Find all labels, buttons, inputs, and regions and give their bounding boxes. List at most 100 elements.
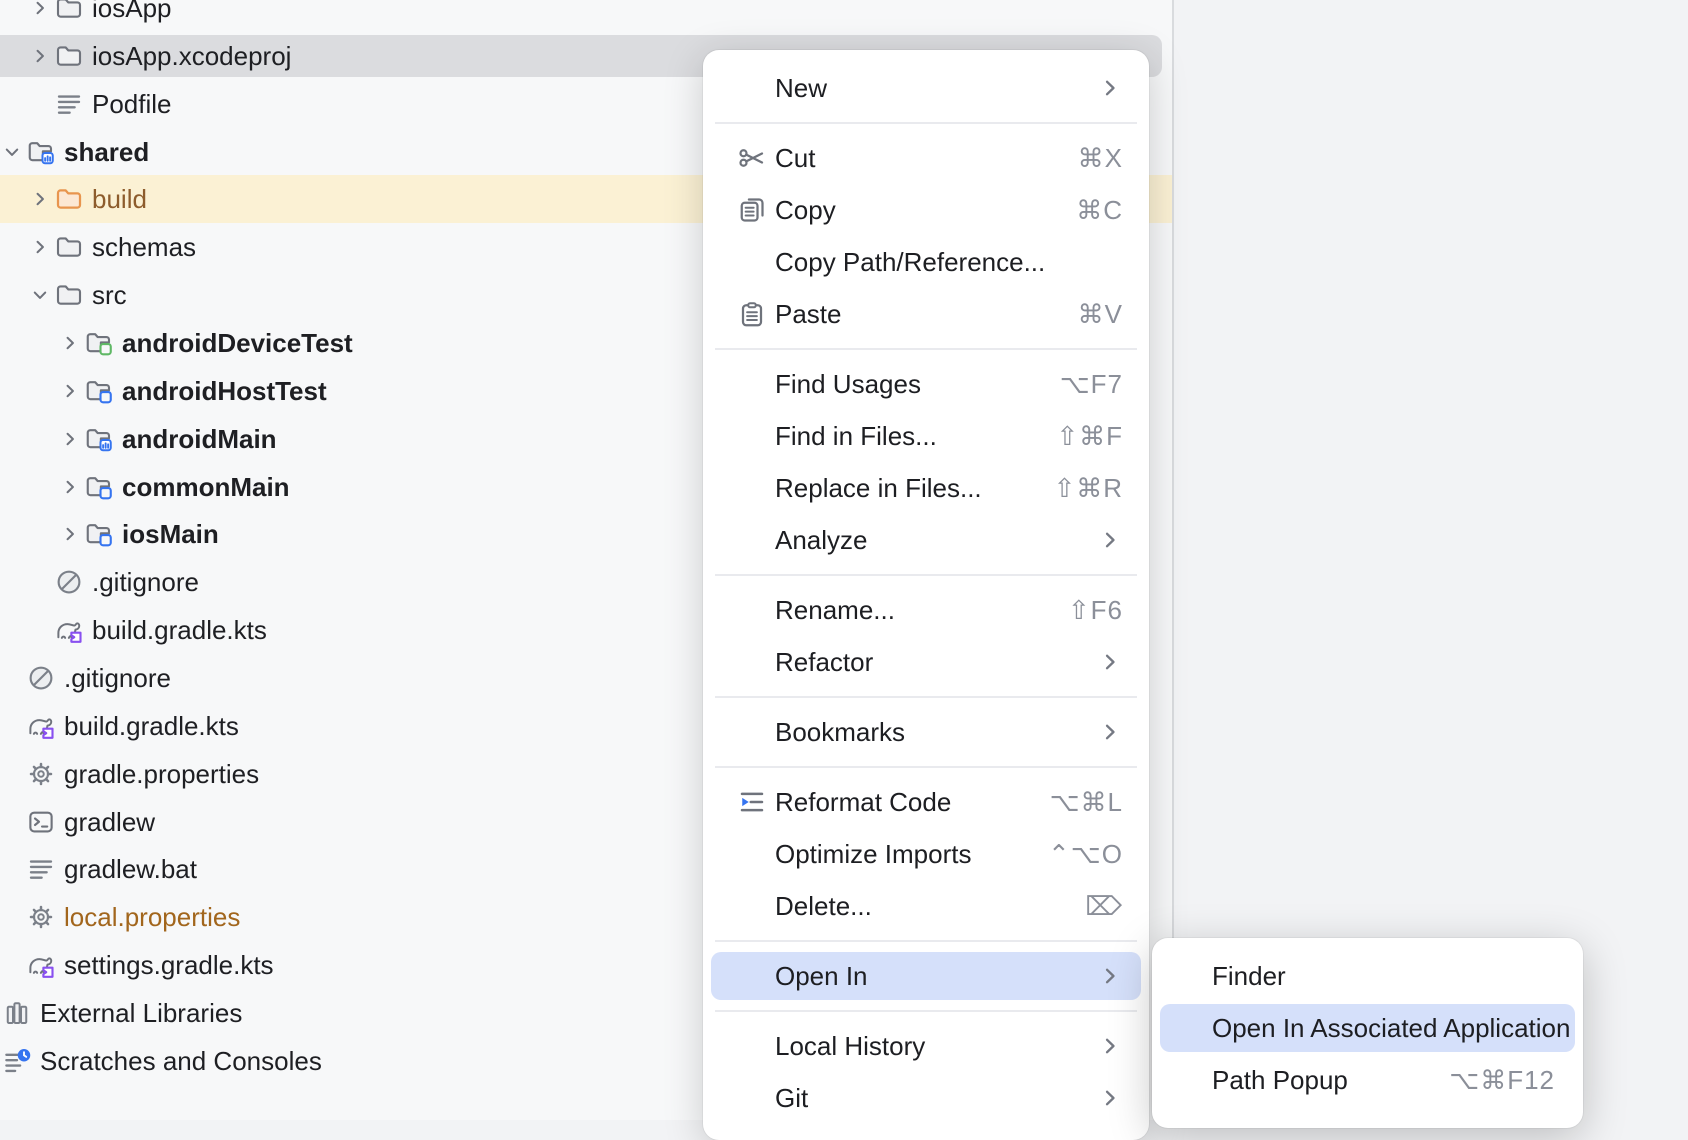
menu-item-label: Bookmarks xyxy=(775,717,905,748)
menu-item-label: Finder xyxy=(1212,961,1286,992)
folder-module-icon xyxy=(84,424,114,454)
tree-row-label: build xyxy=(92,184,147,215)
menu-item-finder[interactable]: Finder xyxy=(1152,950,1583,1002)
folder-icon xyxy=(54,232,84,262)
ide-screenshot: { "colors":{ "panel_bg":"#f7f8f9","edito… xyxy=(0,0,1688,1120)
menu-item-copy-path-reference[interactable]: Copy Path/Reference... xyxy=(703,236,1149,288)
menu-item-label: Cut xyxy=(775,143,815,174)
chevron-right-icon[interactable] xyxy=(28,187,52,211)
menu-item-local-history[interactable]: Local History xyxy=(703,1020,1149,1072)
chevron-right-icon[interactable] xyxy=(28,0,52,20)
menu-item-shortcut: ⌃⌥O xyxy=(1048,839,1123,870)
menu-separator xyxy=(715,940,1137,942)
menu-item-label: Copy Path/Reference... xyxy=(775,247,1045,278)
chevron-spacer xyxy=(0,810,24,834)
menu-item-label: Delete... xyxy=(775,891,872,922)
menu-separator xyxy=(715,1010,1137,1012)
chevron-down-icon[interactable] xyxy=(28,283,52,307)
menu-item-path-popup[interactable]: Path Popup⌥⌘F12 xyxy=(1152,1054,1583,1106)
folder-icon xyxy=(54,280,84,310)
tree-row-label: .gitignore xyxy=(92,567,199,598)
chevron-down-icon[interactable] xyxy=(0,140,24,164)
file-lines-icon xyxy=(26,854,56,884)
menu-item-label: Optimize Imports xyxy=(775,839,972,870)
tree-row-label: gradlew xyxy=(64,807,155,838)
copy-icon xyxy=(737,195,775,225)
tree-row-label: iosMain xyxy=(122,519,219,550)
tree-row-label: commonMain xyxy=(122,472,290,503)
chevron-right-icon[interactable] xyxy=(28,44,52,68)
menu-item-delete[interactable]: Delete... ⌦ xyxy=(703,880,1149,932)
menu-item-shortcut: ⌥⌘L xyxy=(1050,787,1123,818)
terminal-icon xyxy=(26,807,56,837)
menu-item-label: Open In Associated Application xyxy=(1212,1013,1570,1044)
menu-item-label: Paste xyxy=(775,299,842,330)
menu-item-find-usages[interactable]: Find Usages ⌥F7 xyxy=(703,358,1149,410)
menu-item-paste[interactable]: Paste⌘V xyxy=(703,288,1149,340)
tree-row-iosapp[interactable]: iosApp xyxy=(0,0,1172,32)
menu-item-bookmarks[interactable]: Bookmarks xyxy=(703,706,1149,758)
ignore-icon xyxy=(54,567,84,597)
menu-item-label: Copy xyxy=(775,195,836,226)
menu-item-copy[interactable]: Copy⌘C xyxy=(703,184,1149,236)
menu-item-label: Rename... xyxy=(775,595,895,626)
chevron-right-icon[interactable] xyxy=(28,235,52,259)
menu-separator xyxy=(715,122,1137,124)
menu-item-optimize-imports[interactable]: Optimize Imports ⌃⌥O xyxy=(703,828,1149,880)
menu-item-shortcut: ⌦ xyxy=(1085,891,1123,922)
chevron-right-icon[interactable] xyxy=(58,522,82,546)
chevron-spacer xyxy=(0,857,24,881)
tree-row-label: settings.gradle.kts xyxy=(64,950,274,981)
menu-item-new[interactable]: New xyxy=(703,62,1149,114)
menu-item-label: Find Usages xyxy=(775,369,921,400)
folder-badge-green-icon xyxy=(84,328,114,358)
cut-icon xyxy=(737,143,775,173)
chevron-spacer xyxy=(0,714,24,738)
chevron-spacer xyxy=(0,762,24,786)
menu-item-refactor[interactable]: Refactor xyxy=(703,636,1149,688)
reformat-icon xyxy=(737,787,775,817)
chevron-right-icon[interactable] xyxy=(58,427,82,451)
chevron-right-icon[interactable] xyxy=(58,475,82,499)
tree-row-label: schemas xyxy=(92,232,196,263)
menu-item-shortcut: ⇧⌘R xyxy=(1053,473,1123,504)
menu-item-open-in[interactable]: Open In xyxy=(703,950,1149,1002)
menu-item-shortcut: ⌥F7 xyxy=(1060,369,1123,400)
menu-item-analyze[interactable]: Analyze xyxy=(703,514,1149,566)
menu-item-label: Open In xyxy=(775,961,868,992)
tree-row-label: iosApp.xcodeproj xyxy=(92,41,291,72)
ignore-icon xyxy=(26,663,56,693)
submenu-arrow-icon xyxy=(1097,963,1123,989)
folder-badge-blue-icon xyxy=(84,519,114,549)
menu-item-label: New xyxy=(775,73,827,104)
gradle-icon xyxy=(26,711,56,741)
context-menu: New Cut⌘XCopy⌘C Copy Path/Reference... Past… xyxy=(703,50,1149,1140)
menu-separator xyxy=(715,696,1137,698)
menu-item-shortcut: ⇧F6 xyxy=(1068,595,1123,626)
chevron-spacer xyxy=(28,92,52,116)
menu-item-rename[interactable]: Rename... ⇧F6 xyxy=(703,584,1149,636)
submenu-arrow-icon xyxy=(1097,1085,1123,1111)
menu-item-find-in-files[interactable]: Find in Files...⇧⌘F xyxy=(703,410,1149,462)
scratches-icon xyxy=(2,1046,32,1076)
tree-row-label: gradlew.bat xyxy=(64,854,197,885)
submenu-arrow-icon xyxy=(1097,1033,1123,1059)
chevron-right-icon[interactable] xyxy=(58,379,82,403)
tree-row-label: local.properties xyxy=(64,902,240,933)
folder-badge-blue-icon xyxy=(84,376,114,406)
chevron-right-icon[interactable] xyxy=(58,331,82,355)
menu-item-open-in-associated-application[interactable]: Open In Associated Application xyxy=(1152,1002,1583,1054)
submenu-arrow-icon xyxy=(1097,719,1123,745)
menu-item-label: Reformat Code xyxy=(775,787,951,818)
menu-item-cut[interactable]: Cut⌘X xyxy=(703,132,1149,184)
menu-item-replace-in-files[interactable]: Replace in Files...⇧⌘R xyxy=(703,462,1149,514)
paste-icon xyxy=(737,299,775,329)
folder-icon xyxy=(54,41,84,71)
tree-row-label: External Libraries xyxy=(40,998,242,1029)
menu-separator xyxy=(715,348,1137,350)
gear-icon xyxy=(26,902,56,932)
menu-item-git[interactable]: Git xyxy=(703,1072,1149,1124)
menu-separator xyxy=(715,574,1137,576)
tree-row-label: gradle.properties xyxy=(64,759,259,790)
menu-item-reformat-code[interactable]: Reformat Code ⌥⌘L xyxy=(703,776,1149,828)
